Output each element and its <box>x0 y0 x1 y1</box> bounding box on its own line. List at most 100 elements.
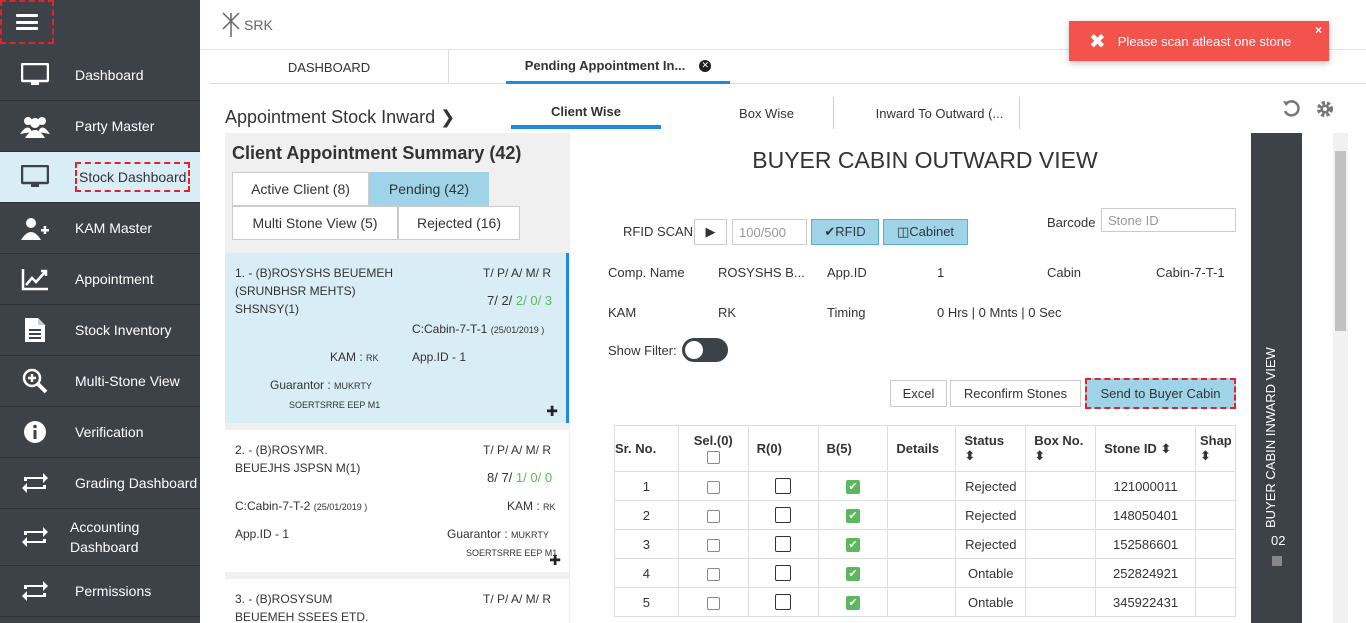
cell-details <box>887 587 957 617</box>
cell-sr: 3 <box>614 529 679 559</box>
col-label: Shap <box>1199 433 1232 448</box>
sidebar-item-multi-stone-view[interactable]: Multi-Stone View <box>0 356 200 407</box>
cell-shape <box>1194 500 1237 530</box>
b-checkbox-checked[interactable]: ✔ <box>845 566 860 581</box>
excel-button[interactable]: Excel <box>890 380 947 407</box>
count-part: 7/ 2/ <box>487 293 516 308</box>
cell-stone-id: 148050401 <box>1095 500 1196 530</box>
cell-sr: 1 <box>614 471 679 501</box>
cell-sr: 4 <box>614 558 679 588</box>
client-card[interactable]: 1. - (B)ROSYSHS BEUEMEH (SRUNBHSR MEHTS)… <box>225 253 569 423</box>
toast-message: Please scan atleast one stone <box>1117 33 1292 49</box>
b-checkbox-checked[interactable]: ✔ <box>845 595 860 610</box>
gear-icon[interactable] <box>1315 99 1335 124</box>
select-checkbox[interactable] <box>706 567 720 581</box>
expand-icon[interactable]: ✚ <box>546 403 558 420</box>
page-title-text: Appointment Stock Inward <box>225 107 436 127</box>
r-checkbox[interactable] <box>775 565 792 582</box>
table-row[interactable]: 3 ✔ Rejected 152586601 <box>614 529 1237 559</box>
scrollbar-thumb[interactable] <box>1335 151 1346 331</box>
subtab-inward-to-outward[interactable]: Inward To Outward (... <box>860 97 1020 129</box>
filter-pending[interactable]: Pending (42) <box>369 172 489 206</box>
subtab-client-wise[interactable]: Client Wise <box>511 97 661 129</box>
filter-multi-stone-view[interactable]: Multi Stone View (5) <box>232 206 398 240</box>
r-checkbox[interactable] <box>775 507 792 524</box>
table-row[interactable]: 5 ✔ Ontable 345922431 <box>614 587 1237 617</box>
sidebar-item-stock-inventory[interactable]: Stock Inventory <box>0 305 200 356</box>
select-checkbox[interactable] <box>706 480 720 494</box>
cell-shape <box>1194 529 1237 559</box>
guarantor-info: Guarantor : MUKRTY <box>447 525 549 544</box>
table-row[interactable]: 4 ✔ Ontable 252824921 <box>614 558 1237 588</box>
rfid-button[interactable]: ✔RFID <box>811 219 879 245</box>
col-shape[interactable]: Shap ⬍ <box>1194 425 1237 472</box>
tab-dashboard[interactable]: DASHBOARD <box>210 50 449 84</box>
select-all-checkbox[interactable] <box>706 450 720 464</box>
rfid-input[interactable]: 100/500 <box>732 219 807 245</box>
col-sel[interactable]: Sel.(0) <box>677 425 749 472</box>
filter-label: Rejected (16) <box>416 215 502 231</box>
guarantor-label: Guarantor : <box>270 378 331 392</box>
cell-box <box>1025 558 1097 588</box>
timing-label: Timing <box>827 305 866 320</box>
refresh-icon[interactable] <box>1282 99 1302 124</box>
sidebar-item-label: Permissions <box>75 583 152 599</box>
cabin-date: (25/01/2019 ) <box>313 502 368 512</box>
sidebar-item-kam-master[interactable]: KAM Master <box>0 203 200 254</box>
show-filter-toggle[interactable] <box>682 338 728 362</box>
sidebar-item-label: Party Master <box>75 118 155 134</box>
b-checkbox-checked[interactable]: ✔ <box>845 537 860 552</box>
reconfirm-stones-button[interactable]: Reconfirm Stones <box>950 380 1081 407</box>
sidebar-item-accounting-dashboard[interactable]: Accounting Dashboard <box>0 509 200 566</box>
b-checkbox-checked[interactable]: ✔ <box>845 508 860 523</box>
cabin-label: Cabin <box>1047 265 1081 280</box>
select-checkbox[interactable] <box>706 509 720 523</box>
r-checkbox[interactable] <box>775 594 792 611</box>
menu-toggle-button[interactable] <box>0 0 54 44</box>
guarantor-company: SOERTSRRE EEP M1 <box>466 548 558 558</box>
col-details: Details <box>887 425 957 472</box>
col-box-no[interactable]: Box No. ⬍ <box>1025 425 1097 472</box>
b-checkbox-checked[interactable]: ✔ <box>845 479 860 494</box>
sidebar-item-permissions[interactable]: Permissions <box>0 566 200 617</box>
r-checkbox[interactable] <box>775 536 792 553</box>
outward-view-panel: BUYER CABIN OUTWARD VIEW RFID SCAN ▶ 100… <box>608 133 1237 623</box>
col-r: R(0) <box>747 425 819 472</box>
barcode-input[interactable]: Stone ID <box>1101 208 1236 232</box>
inward-checkbox[interactable] <box>1272 556 1282 566</box>
filter-rejected[interactable]: Rejected (16) <box>398 206 520 240</box>
sort-icon: ⬍ <box>964 448 976 463</box>
send-to-buyer-cabin-button[interactable]: Send to Buyer Cabin <box>1085 378 1236 409</box>
expand-icon[interactable]: ✚ <box>549 552 561 569</box>
sidebar-item-party-master[interactable]: Party Master <box>0 101 200 152</box>
cabinet-button[interactable]: ◫Cabinet <box>883 219 968 245</box>
filter-active-client[interactable]: Active Client (8) <box>232 172 369 206</box>
sidebar-item-grading-dashboard[interactable]: Grading Dashboard <box>0 458 200 509</box>
table-row[interactable]: 1 ✔ Rejected 121000011 <box>614 471 1237 501</box>
table-row[interactable]: 2 ✔ Rejected 148050401 <box>614 500 1237 530</box>
srk-logo-icon <box>222 12 240 37</box>
select-checkbox[interactable] <box>706 596 720 610</box>
cell-details <box>887 558 957 588</box>
cell-box <box>1025 500 1097 530</box>
subtab-label: Client Wise <box>551 103 621 119</box>
col-status[interactable]: Status ⬍ <box>955 425 1027 472</box>
tab-pending-appointment[interactable]: Pending Appointment In... ✕ <box>506 50 730 84</box>
close-icon[interactable]: × <box>1315 23 1322 37</box>
play-button[interactable]: ▶ <box>694 219 727 245</box>
client-card[interactable]: 3. - (B)ROSYSUM BEUEMEH SSEES ETD. T/ P/… <box>225 579 569 623</box>
subtab-box-wise[interactable]: Box Wise <box>700 97 834 129</box>
appid-label: App.ID <box>827 265 867 280</box>
col-stone-id[interactable]: Stone ID ⬍ <box>1095 425 1196 472</box>
sidebar-item-verification[interactable]: Verification <box>0 407 200 458</box>
close-tab-icon[interactable]: ✕ <box>699 59 712 72</box>
sidebar-item-appointment[interactable]: Appointment <box>0 254 200 305</box>
r-checkbox[interactable] <box>775 478 792 495</box>
sidebar-item-dashboard[interactable]: Dashboard <box>0 50 200 101</box>
select-checkbox[interactable] <box>706 538 720 552</box>
scrollbar[interactable] <box>1333 133 1348 623</box>
buyer-cabin-inward-sidebar[interactable]: BUYER CABIN INWARD VIEW 02 <box>1251 133 1302 623</box>
client-card[interactable]: 2. - (B)ROSYMR. BEUEJHS JSPSN M(1) T/ P/… <box>225 430 569 572</box>
users-icon <box>20 113 50 139</box>
sidebar-item-stock-dashboard[interactable]: Stock Dashboard <box>0 152 200 203</box>
